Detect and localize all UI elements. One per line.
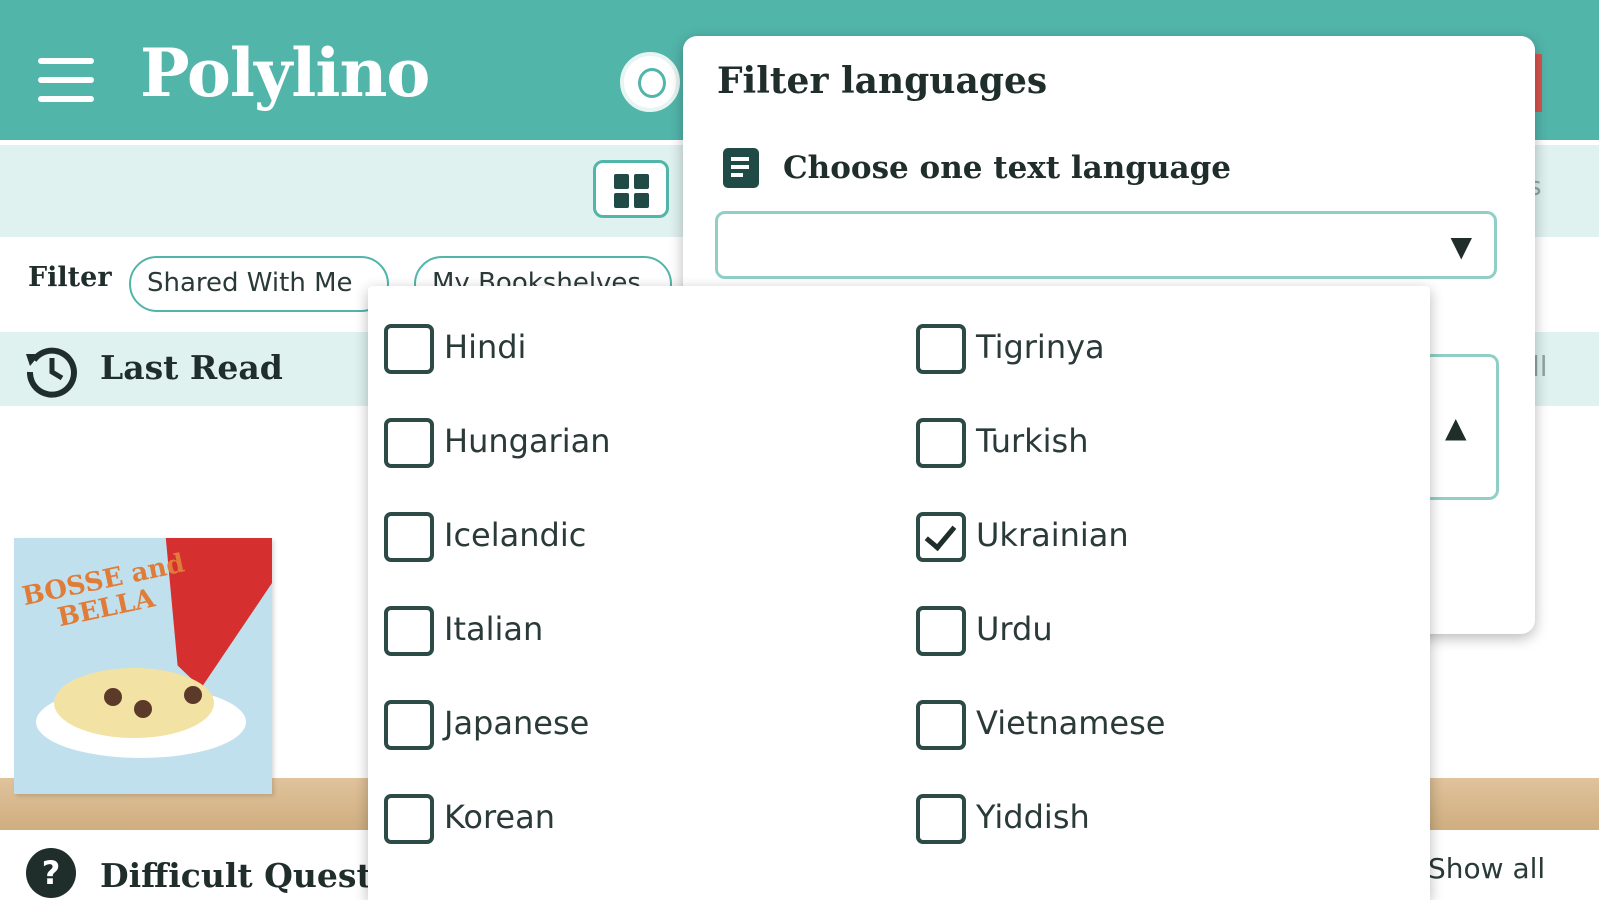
language-label: Hungarian: [444, 422, 611, 460]
last-read-title: Last Read: [100, 348, 283, 387]
checkbox[interactable]: [384, 418, 434, 468]
history-clock-icon: [26, 347, 77, 398]
text-language-label: Choose one text language: [783, 150, 1232, 186]
language-label: Yiddish: [976, 798, 1090, 836]
text-language-select[interactable]: ▼: [715, 211, 1497, 279]
language-dropdown-list: Hindi Hungarian Icelandic Italian Japane…: [368, 286, 1430, 900]
checkbox[interactable]: [384, 324, 434, 374]
child-face-icon: [638, 68, 666, 98]
app-logo[interactable]: Polylino: [140, 34, 430, 112]
checkbox[interactable]: [384, 606, 434, 656]
checkbox[interactable]: [384, 700, 434, 750]
filter-label: Filter: [28, 262, 112, 293]
grid-view-icon: [614, 174, 629, 189]
language-label: Urdu: [976, 610, 1053, 648]
document-icon: [723, 148, 759, 188]
chevron-down-icon: ▼: [1450, 230, 1472, 263]
question-icon: ?: [26, 848, 76, 898]
chevron-up-icon: ▲: [1445, 411, 1467, 444]
language-label: Turkish: [976, 422, 1089, 460]
difficult-questions-title: Difficult Quest: [100, 856, 372, 895]
book-cover[interactable]: BOSSE and BELLA: [14, 538, 272, 794]
checkbox[interactable]: [916, 606, 966, 656]
language-label: Icelandic: [444, 516, 587, 554]
grid-view-button[interactable]: [593, 160, 669, 218]
profile-avatar[interactable]: [620, 52, 680, 112]
language-label: Korean: [444, 798, 555, 836]
checkbox[interactable]: [384, 512, 434, 562]
grid-view-icon-cell: [614, 193, 629, 208]
checkbox[interactable]: [916, 700, 966, 750]
language-label: Japanese: [444, 704, 590, 742]
language-label: Ukrainian: [976, 516, 1129, 554]
checkbox[interactable]: [916, 418, 966, 468]
second-language-select[interactable]: ▲: [1423, 354, 1499, 500]
language-label: Vietnamese: [976, 704, 1166, 742]
book-illustration-meatball: [104, 688, 122, 706]
book-illustration-meatball: [134, 700, 152, 718]
language-label: Hindi: [444, 328, 527, 366]
language-label: Italian: [444, 610, 544, 648]
checkbox[interactable]: [916, 794, 966, 844]
language-label: Tigrinya: [976, 328, 1105, 366]
checkbox[interactable]: [384, 794, 434, 844]
panel-title: Filter languages: [717, 60, 1048, 102]
show-all-link[interactable]: Show all: [1428, 852, 1545, 885]
checkbox-checked[interactable]: [916, 512, 966, 562]
hamburger-menu-icon[interactable]: [38, 58, 94, 104]
grid-view-icon-cell: [634, 193, 649, 208]
chip-shared-with-me[interactable]: Shared With Me: [129, 256, 389, 312]
grid-view-icon-cell: [634, 174, 649, 189]
checkbox[interactable]: [916, 324, 966, 374]
book-illustration-meatball: [184, 686, 202, 704]
book-cover-title: BOSSE and BELLA: [20, 548, 193, 638]
